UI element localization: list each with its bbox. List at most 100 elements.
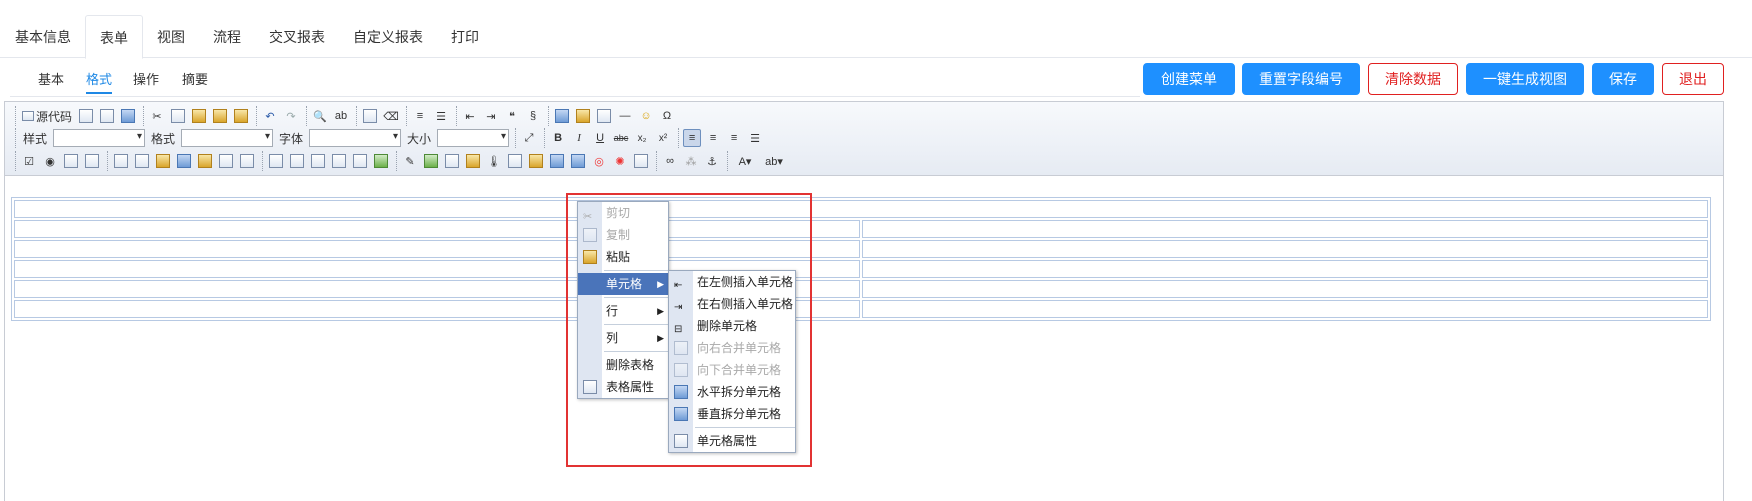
numbered-list-icon[interactable]: ≡ (411, 107, 429, 125)
undo-icon[interactable]: ↶ (261, 107, 279, 125)
pen-icon[interactable]: ✎ (401, 152, 419, 170)
subscript-button[interactable]: x₂ (633, 129, 651, 147)
radio-icon[interactable]: ◉ (41, 152, 59, 170)
text-color-icon[interactable]: A▾ (732, 152, 758, 170)
image-icon[interactable] (553, 107, 571, 125)
reset-field-numbers-button[interactable]: 重置字段编号 (1242, 63, 1360, 95)
menu-item-row[interactable]: 行 ▶ (578, 300, 668, 322)
maximize-icon[interactable]: ⤢ (520, 129, 538, 147)
menu-item-copy[interactable]: 复制 (578, 224, 668, 246)
chart-icon[interactable] (569, 152, 587, 170)
green-list-icon[interactable] (372, 152, 390, 170)
submenu-item-split-vertical[interactable]: 垂直拆分单元格 (669, 403, 795, 425)
submenu-item-split-horizontal[interactable]: 水平拆分单元格 (669, 381, 795, 403)
document-icon[interactable] (309, 152, 327, 170)
list-field-icon[interactable] (238, 152, 256, 170)
replace-icon[interactable]: ab (332, 107, 350, 125)
camera-icon[interactable] (443, 152, 461, 170)
tab-basic-info[interactable]: 基本信息 (0, 15, 86, 59)
bulleted-list-icon[interactable]: ☰ (432, 107, 450, 125)
word-icon[interactable] (548, 152, 566, 170)
outdent-icon[interactable]: ⇤ (461, 107, 479, 125)
paste-icon[interactable] (190, 107, 208, 125)
horizontal-rule-icon[interactable]: ― (616, 107, 634, 125)
subtab-basic[interactable]: 基本 (38, 70, 64, 94)
picture-icon[interactable] (422, 152, 440, 170)
blockquote-icon[interactable]: ❝ (503, 107, 521, 125)
table-cell[interactable] (14, 200, 1708, 218)
table-cell[interactable] (862, 300, 1708, 318)
align-right-icon[interactable]: ≡ (725, 129, 743, 147)
select-field-icon[interactable] (112, 152, 130, 170)
submenu-item-delete-cell[interactable]: ⊟ 删除单元格 (669, 315, 795, 337)
copy-icon[interactable] (169, 107, 187, 125)
remove-format-icon[interactable]: ⌫ (382, 107, 400, 125)
div-container-icon[interactable]: § (524, 107, 542, 125)
menu-item-delete-table[interactable]: 删除表格 (578, 354, 668, 376)
anchor-icon[interactable]: ⚓ (703, 152, 721, 170)
submenu-item-insert-left[interactable]: ⇤ 在左侧插入单元格 (669, 271, 795, 293)
italic-button[interactable]: I (570, 129, 588, 147)
unlink-icon[interactable]: ⁂ (682, 152, 700, 170)
button-control-icon[interactable] (267, 152, 285, 170)
paste-text-icon[interactable] (211, 107, 229, 125)
submenu-item-merge-right[interactable]: 向右合并单元格 (669, 337, 795, 359)
attachment-icon[interactable] (288, 152, 306, 170)
query-icon[interactable] (351, 152, 369, 170)
tab-print[interactable]: 打印 (437, 15, 493, 59)
align-justify-icon[interactable]: ☰ (746, 129, 764, 147)
menu-item-cut[interactable]: ✂ 剪切 (578, 202, 668, 224)
editor-content[interactable] (5, 177, 1723, 501)
qrcode-icon[interactable] (506, 152, 524, 170)
source-code-button[interactable]: 源代码 (20, 107, 74, 125)
menu-item-table-properties[interactable]: 表格属性 (578, 376, 668, 398)
tab-workflow[interactable]: 流程 (199, 15, 255, 59)
textarea-icon[interactable] (83, 152, 101, 170)
flash-icon[interactable] (574, 107, 592, 125)
workflow-icon[interactable] (196, 152, 214, 170)
menu-item-cell[interactable]: 单元格 ▶ (578, 273, 668, 295)
align-left-icon[interactable]: ≡ (683, 129, 702, 147)
table-cell[interactable] (862, 260, 1708, 278)
link-icon[interactable]: ∞ (661, 152, 679, 170)
org-tree-icon[interactable] (217, 152, 235, 170)
image-field-icon[interactable] (527, 152, 545, 170)
menu-item-paste[interactable]: 粘贴 (578, 246, 668, 268)
preview-icon[interactable] (98, 107, 116, 125)
clear-data-button[interactable]: 清除数据 (1368, 63, 1458, 95)
textfield-icon[interactable] (62, 152, 80, 170)
select-all-icon[interactable] (361, 107, 379, 125)
menu-item-column[interactable]: 列 ▶ (578, 327, 668, 349)
table-cell[interactable] (862, 280, 1708, 298)
underline-button[interactable]: U (591, 129, 609, 147)
table-icon[interactable] (595, 107, 613, 125)
bold-button[interactable]: B (549, 129, 567, 147)
color-wheel-icon[interactable]: ◎ (590, 152, 608, 170)
create-menu-button[interactable]: 创建菜单 (1143, 63, 1235, 95)
strikethrough-button[interactable]: abc (612, 129, 630, 147)
save-doc-icon[interactable] (77, 107, 95, 125)
bg-color-icon[interactable]: ab▾ (761, 152, 787, 170)
tab-form[interactable]: 表单 (85, 15, 143, 59)
size-select[interactable] (437, 129, 510, 147)
style-select[interactable] (53, 129, 146, 147)
submenu-item-cell-properties[interactable]: 单元格属性 (669, 430, 795, 452)
subtab-format[interactable]: 格式 (86, 70, 113, 94)
submenu-item-merge-down[interactable]: 向下合并单元格 (669, 359, 795, 381)
table-cell[interactable] (862, 220, 1708, 238)
indent-icon[interactable]: ⇥ (482, 107, 500, 125)
generate-view-button[interactable]: 一键生成视图 (1466, 63, 1584, 95)
format-select[interactable] (181, 129, 274, 147)
paste-word-icon[interactable] (232, 107, 250, 125)
subtab-operation[interactable]: 操作 (133, 70, 159, 94)
redo-icon[interactable]: ↷ (282, 107, 300, 125)
calendar-icon[interactable] (133, 152, 151, 170)
macro-icon[interactable] (330, 152, 348, 170)
thermometer-icon[interactable]: 🌡 (485, 152, 503, 170)
superscript-button[interactable]: x² (654, 129, 672, 147)
submenu-item-insert-right[interactable]: ⇥ 在右侧插入单元格 (669, 293, 795, 315)
user-field-icon[interactable] (154, 152, 172, 170)
checkbox-icon[interactable]: ☑ (20, 152, 38, 170)
page-icon[interactable] (632, 152, 650, 170)
special-char-icon[interactable]: Ω (658, 107, 676, 125)
